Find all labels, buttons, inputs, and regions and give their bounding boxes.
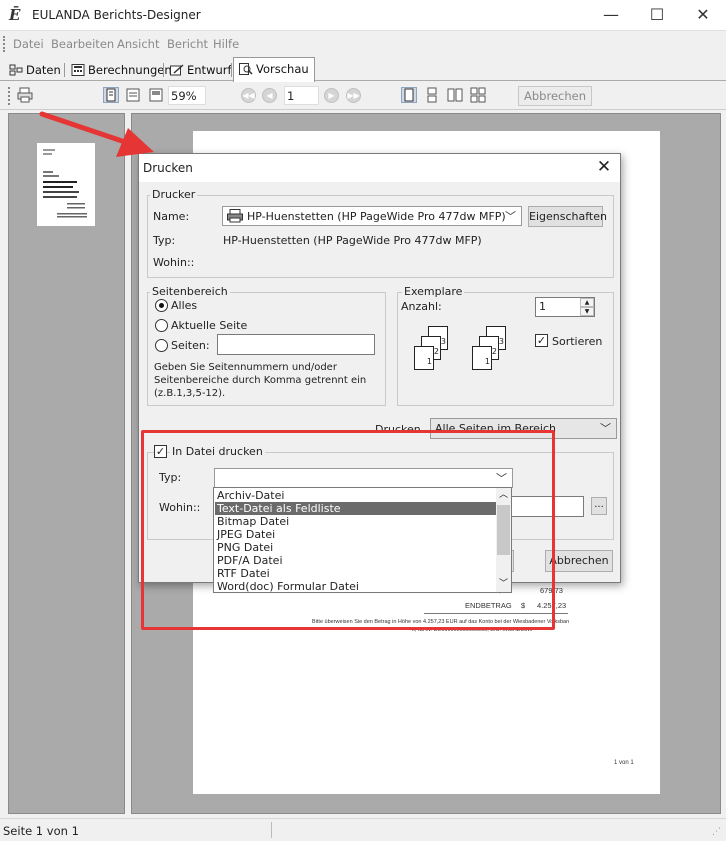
- tab-berechnungen[interactable]: Berechnungen: [66, 61, 177, 81]
- printer-name-label: Name:: [153, 210, 190, 223]
- chevron-down-icon: ﹀: [600, 422, 611, 435]
- next-page-icon[interactable]: ▶: [324, 88, 339, 103]
- spin-down-icon[interactable]: ▼: [580, 307, 594, 316]
- status-divider: [271, 822, 272, 838]
- single-page-view-icon[interactable]: [401, 87, 417, 103]
- sort-checkbox[interactable]: ✓: [535, 334, 548, 347]
- tab-daten[interactable]: Daten: [4, 61, 66, 81]
- radio-all-label: Alles: [171, 299, 198, 312]
- minimize-button[interactable]: —: [588, 0, 634, 31]
- page-range-hint: Geben Sie Seitennummern und/oder Seitenb…: [154, 362, 367, 399]
- printer-properties-button[interactable]: Eigenschaften: [528, 206, 607, 227]
- copies-count-label: Anzahl:: [401, 300, 442, 313]
- copies-legend: Exemplare: [402, 285, 465, 298]
- annotation-arrow-icon: [39, 111, 154, 157]
- chevron-down-icon: ﹀: [505, 210, 516, 223]
- two-page-view-icon[interactable]: [447, 87, 463, 103]
- dialog-close-icon[interactable]: ✕: [591, 156, 617, 180]
- radio-current-page-label: Aktuelle Seite: [171, 319, 248, 332]
- printer-type-value: HP-Huenstetten (HP PageWide Pro 477dw MF…: [223, 234, 482, 247]
- multi-page-view-icon[interactable]: [470, 87, 486, 103]
- menu-bar: Datei Bearbeiten Ansicht Bericht Hilfe: [0, 32, 726, 56]
- printer-name-value: HP-Huenstetten (HP PageWide Pro 477dw MF…: [247, 210, 506, 223]
- title-bar: Ē EULANDA Berichts-Designer — ☐ ✕: [0, 0, 726, 31]
- first-page-icon[interactable]: ◀◀: [241, 88, 256, 103]
- radio-pages-label: Seiten:: [171, 339, 210, 352]
- collate-set-1-icon: 3 2 1: [414, 326, 474, 382]
- tab-berechnungen-label: Berechnungen: [88, 63, 172, 77]
- design-icon: [170, 63, 184, 76]
- radio-pages[interactable]: [155, 339, 168, 352]
- status-bar: Seite 1 von 1 ⋰: [0, 818, 726, 841]
- zoom-level-field[interactable]: 59%: [168, 86, 206, 105]
- toolbar-grip[interactable]: [8, 87, 12, 105]
- printer-type-label: Typ:: [153, 234, 176, 247]
- spin-up-icon[interactable]: ▲: [580, 298, 594, 307]
- data-icon: [9, 63, 23, 76]
- menu-hilfe[interactable]: Hilfe: [213, 37, 239, 51]
- resize-grip-icon[interactable]: ⋰: [712, 827, 721, 837]
- calculator-icon: [71, 63, 85, 76]
- tab-separator: [163, 63, 164, 77]
- window-title: EULANDA Berichts-Designer: [32, 8, 201, 22]
- annotation-highlight-box: [141, 430, 555, 630]
- radio-all[interactable]: [155, 299, 168, 312]
- sort-label: Sortieren: [552, 335, 603, 348]
- menu-bearbeiten[interactable]: Bearbeiten: [51, 37, 114, 51]
- tab-separator: [231, 63, 232, 77]
- page-number-field[interactable]: 1: [284, 86, 319, 105]
- continuous-view-icon[interactable]: [424, 87, 440, 103]
- printer-icon: [227, 209, 243, 226]
- tab-entwurf-label: Entwurf: [187, 63, 232, 77]
- browse-button[interactable]: ...: [591, 497, 607, 515]
- dialog-title-bar: Drucken ✕: [139, 154, 620, 182]
- preview-icon: [239, 60, 253, 75]
- close-button[interactable]: ✕: [680, 0, 726, 31]
- menu-bericht[interactable]: Bericht: [167, 37, 208, 51]
- tab-vorschau[interactable]: Vorschau: [233, 57, 315, 82]
- report-page-footer: 1 von 1: [614, 760, 634, 766]
- last-page-icon[interactable]: ▶▶: [346, 88, 361, 103]
- printer-group-legend: Drucker: [150, 188, 198, 201]
- menu-datei[interactable]: Datei: [13, 37, 44, 51]
- view-tabs: Daten Berechnungen Entwurf Vorschau: [0, 57, 726, 82]
- tab-separator: [64, 63, 65, 77]
- dialog-cancel-button[interactable]: Abbrechen: [545, 550, 613, 572]
- app-logo-icon: Ē: [9, 6, 21, 24]
- pages-input[interactable]: [217, 334, 375, 355]
- menu-grip[interactable]: [3, 36, 7, 52]
- menu-ansicht[interactable]: Ansicht: [117, 37, 159, 51]
- maximize-button[interactable]: ☐: [634, 0, 680, 31]
- toolbar-cancel-button[interactable]: Abbrechen: [518, 86, 592, 106]
- status-text: Seite 1 von 1: [3, 824, 79, 838]
- tab-daten-label: Daten: [26, 63, 61, 77]
- tab-vorschau-label: Vorschau: [256, 62, 309, 76]
- collate-set-2-icon: 3 2 1: [472, 326, 532, 382]
- tab-entwurf[interactable]: Entwurf: [165, 61, 237, 81]
- printer-where-label: Wohin::: [153, 256, 195, 269]
- radio-current-page[interactable]: [155, 319, 168, 332]
- printer-name-select[interactable]: HP-Huenstetten (HP PageWide Pro 477dw MF…: [222, 206, 522, 226]
- previous-page-icon[interactable]: ◀: [262, 88, 277, 103]
- page-range-legend: Seitenbereich: [150, 285, 230, 298]
